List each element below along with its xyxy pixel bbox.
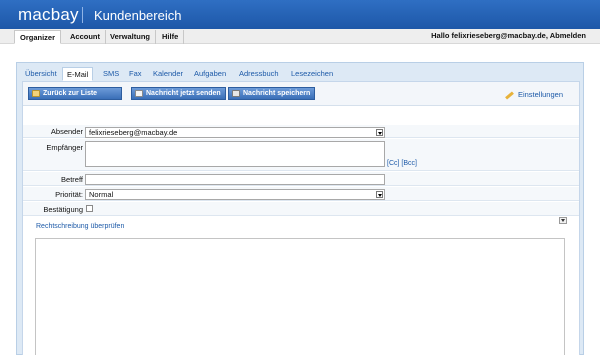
subtab-sms[interactable]: SMS (99, 67, 123, 81)
top-navigation: Organizer Account Verwaltung Hilfe Hallo… (0, 29, 600, 44)
pencil-icon (505, 90, 514, 100)
app-header: macbay Kundenbereich (0, 0, 600, 29)
subtab-uebersicht[interactable]: Übersicht (21, 67, 61, 81)
settings-label: Einstellungen (517, 90, 563, 99)
subject-input[interactable] (85, 174, 385, 185)
sender-select[interactable]: felixrieseberg@macbay.de (85, 127, 385, 138)
priority-select[interactable]: Normal (85, 189, 385, 200)
compose-toolbar: Zurück zur Liste Nachricht jetzt senden … (23, 82, 579, 106)
confirmation-checkbox[interactable] (86, 205, 93, 212)
subtab-aufgaben[interactable]: Aufgaben (190, 67, 230, 81)
sender-label: Absender (50, 127, 83, 136)
main-panel: Übersicht E-Mail SMS Fax Kalender Aufgab… (16, 62, 584, 355)
save-icon (232, 90, 240, 97)
confirmation-row: Bestätigung (23, 202, 579, 216)
subtab-fax[interactable]: Fax (125, 67, 146, 81)
collapse-toggle-icon[interactable] (559, 217, 567, 224)
back-to-list-button[interactable]: Zurück zur Liste (28, 87, 122, 100)
email-compose-area: Zurück zur Liste Nachricht jetzt senden … (22, 81, 580, 355)
save-message-label: Nachricht speichern (243, 90, 311, 97)
back-to-list-label: Zurück zur Liste (43, 90, 98, 97)
dropdown-arrow-icon (376, 191, 383, 198)
priority-value: Normal (89, 190, 114, 199)
subject-row: Betreff (23, 172, 579, 186)
sender-row: Absender felixrieseberg@macbay.de (23, 125, 579, 138)
dropdown-arrow-icon (376, 129, 383, 136)
save-message-button[interactable]: Nachricht speichern (228, 87, 316, 100)
tab-organizer[interactable]: Organizer (14, 30, 62, 44)
message-editor[interactable] (35, 238, 565, 355)
tab-verwaltung[interactable]: Verwaltung (105, 30, 157, 44)
subtab-email[interactable]: E-Mail (62, 67, 94, 81)
subtab-lesezeichen[interactable]: Lesezeichen (287, 67, 337, 81)
subtab-adressbuch[interactable]: Adressbuch (235, 67, 283, 81)
logo[interactable]: macbay (18, 5, 79, 25)
subtab-kalender[interactable]: Kalender (149, 67, 187, 81)
priority-label: Priorität: (55, 190, 83, 199)
subject-label: Betreff (61, 175, 83, 184)
cc-bcc-link[interactable]: [Cc] [Bcc] (387, 160, 417, 167)
send-now-label: Nachricht jetzt senden (146, 90, 221, 97)
priority-row: Priorität: Normal (23, 187, 579, 201)
recipient-row: Empfänger [Cc] [Bcc] (23, 139, 579, 171)
tab-hilfe[interactable]: Hilfe (157, 30, 185, 44)
header-title: Kundenbereich (94, 8, 182, 23)
confirmation-label: Bestätigung (43, 205, 83, 214)
tab-account[interactable]: Account (65, 30, 106, 44)
recipient-label: Empfänger (46, 143, 83, 152)
send-now-button[interactable]: Nachricht jetzt senden (131, 87, 226, 100)
envelope-icon (135, 90, 143, 97)
recipient-field[interactable] (85, 141, 385, 167)
header-divider (82, 7, 83, 23)
folder-icon (32, 90, 40, 97)
spellcheck-link[interactable]: Rechtschreibung überprüfen (36, 223, 124, 230)
user-greeting[interactable]: Hallo felixrieseberg@macbay.de, Abmelden (431, 31, 586, 40)
sender-value: felixrieseberg@macbay.de (89, 128, 178, 137)
settings-link[interactable]: Einstellungen (505, 90, 563, 100)
